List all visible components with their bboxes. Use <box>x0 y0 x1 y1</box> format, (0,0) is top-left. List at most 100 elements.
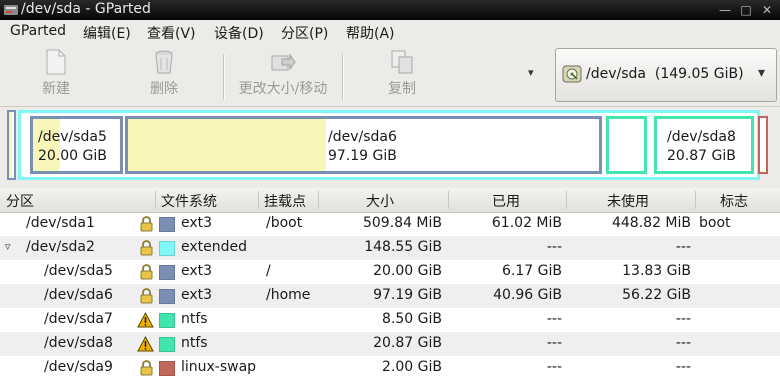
cell-partition: /dev/sda1 <box>26 215 95 231</box>
hard-disk-icon <box>562 65 582 83</box>
cell-unused: --- <box>675 311 691 327</box>
cell-used: --- <box>546 239 562 255</box>
table-row[interactable]: /dev/sda5 ext3 / 20.00 GiB 6.17 GiB 13.83 GiB <box>0 260 780 284</box>
cell-filesystem: linux-swap <box>181 359 257 375</box>
column-separator <box>155 191 156 209</box>
cell-used: --- <box>546 359 562 375</box>
new-button[interactable]: 新建 <box>36 48 76 98</box>
partition-table: 分区 文件系统 挂载点 大小 已用 未使用 标志 /dev/sda1 ext3/b… <box>0 188 780 390</box>
menu-gparted[interactable]: GParted <box>10 23 66 39</box>
diskmap-sda6-size: 97.19 GiB <box>328 148 397 164</box>
cell-mountpoint: / <box>266 263 271 279</box>
column-header-size[interactable]: 大小 <box>366 191 394 211</box>
cell-unused: --- <box>675 239 691 255</box>
diskmap-sda6[interactable]: /dev/sda6 97.19 GiB <box>125 116 602 174</box>
diskmap-sda1[interactable] <box>7 110 16 180</box>
delete-button-label: 删除 <box>150 81 178 97</box>
lock-icon <box>140 216 153 232</box>
chevron-down-icon: ▾ <box>758 65 766 81</box>
column-header-mountpoint[interactable]: 挂载点 <box>264 191 306 211</box>
menu-partition[interactable]: 分区(P) <box>281 23 328 43</box>
cell-partition: /dev/sda2 <box>26 239 95 255</box>
copy-icon <box>391 50 413 74</box>
cell-partition: /dev/sda8 <box>44 335 113 351</box>
cell-mountpoint: /boot <box>266 215 303 231</box>
table-row[interactable]: /dev/sda1 ext3/boot 509.84 MiB 61.02 MiB 448… <box>0 212 780 236</box>
cell-partition: /dev/sda9 <box>44 359 113 375</box>
cell-flags: boot <box>699 215 731 231</box>
menu-device[interactable]: 设备(D) <box>214 23 264 43</box>
gparted-app-icon <box>4 5 18 15</box>
device-selector[interactable]: /dev/sda (149.05 GiB) ▾ <box>555 48 777 102</box>
table-row[interactable]: ▿ /dev/sda2 extended 148.55 GiB --- --- <box>0 236 780 260</box>
expander-down-icon[interactable]: ▿ <box>5 240 11 253</box>
diskmap-sda5[interactable]: /dev/sda5 20.00 GiB <box>30 116 123 174</box>
cell-partition: /dev/sda5 <box>44 263 113 279</box>
maximize-icon[interactable]: □ <box>738 3 754 17</box>
new-button-label: 新建 <box>42 81 70 97</box>
table-row[interactable]: /dev/sda9 linux-swap 2.00 GiB --- --- <box>0 356 780 380</box>
diskmap-sda7[interactable] <box>606 116 647 174</box>
cell-filesystem: ntfs <box>181 311 208 327</box>
lock-icon <box>140 240 153 256</box>
cell-unused: --- <box>675 335 691 351</box>
minimize-icon[interactable]: — <box>717 3 733 17</box>
cell-size: 509.84 MiB <box>362 215 442 231</box>
column-separator <box>258 191 259 209</box>
diskmap-sda8-size: 20.87 GiB <box>667 148 736 164</box>
filesystem-color-swatch <box>159 289 175 304</box>
title-bar: /dev/sda - GParted — □ ✕ <box>0 0 780 20</box>
disk-map: /dev/sda5 20.00 GiB /dev/sda6 97.19 GiB … <box>0 107 780 183</box>
toolbar-separator <box>342 54 344 100</box>
column-header-filesystem[interactable]: 文件系统 <box>161 191 217 211</box>
cell-unused: 56.22 GiB <box>622 287 691 303</box>
toolbar-overflow-arrow-icon[interactable]: ▾ <box>528 66 534 79</box>
cell-partition: /dev/sda6 <box>44 287 113 303</box>
diskmap-sda9[interactable] <box>758 116 768 174</box>
filesystem-color-swatch <box>159 313 175 328</box>
cell-used: --- <box>546 335 562 351</box>
cell-used: 61.02 MiB <box>491 215 562 231</box>
table-row[interactable]: /dev/sda6 ext3/home 97.19 GiB 40.96 GiB 56.2… <box>0 284 780 308</box>
delete-button[interactable]: 删除 <box>144 48 184 98</box>
table-row[interactable]: /dev/sda7 ntfs 8.50 GiB --- --- <box>0 308 780 332</box>
table-header: 分区 文件系统 挂载点 大小 已用 未使用 标志 <box>0 188 780 213</box>
table-row[interactable]: /dev/sda8 ntfs 20.87 GiB --- --- <box>0 332 780 356</box>
diskmap-sda5-size: 20.00 GiB <box>38 148 107 164</box>
cell-size: 20.00 GiB <box>373 263 442 279</box>
column-header-unused[interactable]: 未使用 <box>607 191 649 211</box>
menu-help[interactable]: 帮助(A) <box>346 23 395 43</box>
column-separator <box>448 191 449 209</box>
cell-size: 20.87 GiB <box>373 335 442 351</box>
column-header-flags[interactable]: 标志 <box>720 191 748 211</box>
diskmap-sda8[interactable]: /dev/sda8 20.87 GiB <box>654 116 754 174</box>
column-header-used[interactable]: 已用 <box>492 191 520 211</box>
cell-filesystem: ntfs <box>181 335 208 351</box>
close-icon[interactable]: ✕ <box>759 3 775 17</box>
lock-icon <box>140 288 153 304</box>
cell-filesystem: ext3 <box>181 287 213 303</box>
diskmap-sda8-name: /dev/sda8 <box>667 129 736 145</box>
column-separator <box>695 191 696 209</box>
menu-view[interactable]: 查看(V) <box>147 23 196 43</box>
filesystem-color-swatch <box>159 217 175 232</box>
cell-unused: --- <box>675 359 691 375</box>
column-separator <box>566 191 567 209</box>
cell-size: 8.50 GiB <box>382 311 442 327</box>
column-separator <box>318 191 319 209</box>
resize-move-button[interactable]: 更改大小/移动 <box>232 48 334 98</box>
cell-filesystem: ext3 <box>181 263 213 279</box>
column-header-partition[interactable]: 分区 <box>6 191 34 211</box>
cell-used: 40.96 GiB <box>493 287 562 303</box>
warning-icon <box>137 336 154 352</box>
lock-icon <box>140 360 153 376</box>
menu-edit[interactable]: 编辑(E) <box>83 23 131 43</box>
copy-button[interactable]: 复制 <box>382 48 422 98</box>
trash-icon <box>155 50 173 74</box>
toolbar-separator <box>223 54 225 100</box>
filesystem-color-swatch <box>159 361 175 376</box>
filesystem-color-swatch <box>159 241 175 256</box>
lock-icon <box>140 264 153 280</box>
filesystem-color-swatch <box>159 265 175 280</box>
diskmap-sda6-used-fill <box>128 119 326 171</box>
